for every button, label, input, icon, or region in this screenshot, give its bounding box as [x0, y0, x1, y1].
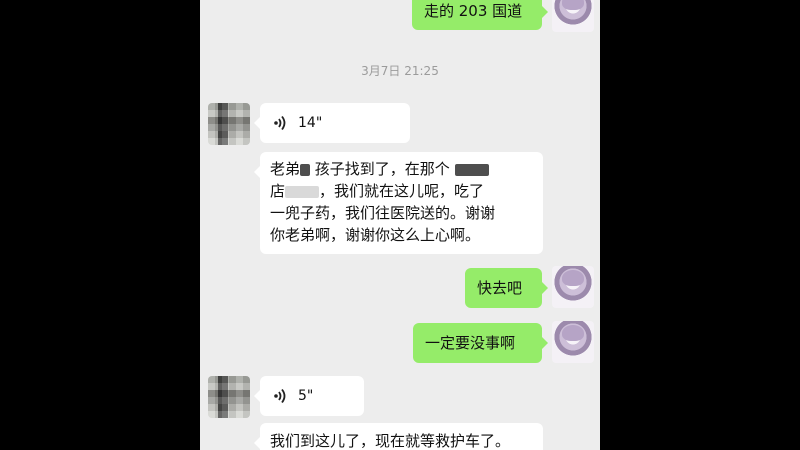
contact-avatar[interactable] [208, 376, 250, 418]
redaction-block [285, 185, 320, 198]
voice-wave-icon [274, 115, 286, 131]
message-bubble-contact[interactable]: 老弟 孩子找到了，在那个 店，我们就在这儿呢，吃了 一兜子药，我们往医院送的。谢… [254, 152, 543, 254]
message-bubble-contact[interactable]: 我们到这儿了，现在就等救护车了。 [254, 423, 543, 450]
message-text: 老弟 孩子找到了，在那个 店，我们就在这儿呢，吃了 一兜子药，我们往医院送的。谢… [260, 152, 543, 252]
contact-avatar[interactable] [208, 103, 250, 145]
text-line: 店，我们就在这儿呢，吃了 [270, 182, 485, 200]
message-bubble-self[interactable]: 一定要没事啊 [413, 323, 548, 363]
text-line: 一兜子药，我们往医院送的。谢谢 [270, 204, 496, 222]
timestamp: 3月7日 21:25 [361, 64, 439, 78]
message-bubble-self[interactable]: 快去吧 [465, 268, 548, 308]
text-line: 老弟 孩子找到了，在那个 [270, 158, 533, 180]
redaction-block [300, 163, 311, 176]
chat-window: 走的 203 国道 3月7日 21:25 14" 老弟 孩子找到了，在那个 店，… [200, 0, 600, 450]
message-text: 我们到这儿了，现在就等救护车了。 [270, 432, 511, 450]
self-avatar[interactable] [552, 321, 594, 363]
self-avatar[interactable] [552, 266, 594, 308]
redaction-block [454, 163, 489, 176]
message-text: 一定要没事啊 [425, 334, 516, 352]
voice-duration: 14" [298, 115, 323, 131]
message-bubble-self[interactable]: 走的 203 国道 [412, 0, 548, 30]
message-text: 走的 203 国道 [424, 2, 523, 20]
voice-duration: 5" [298, 388, 314, 404]
text-line: 你老弟啊，谢谢你这么上心啊。 [270, 226, 481, 244]
voice-message-bubble[interactable]: 5" [254, 376, 364, 416]
self-avatar[interactable] [552, 0, 594, 32]
message-text: 快去吧 [477, 279, 523, 297]
voice-wave-icon [274, 388, 286, 404]
voice-message-bubble[interactable]: 14" [254, 103, 410, 143]
